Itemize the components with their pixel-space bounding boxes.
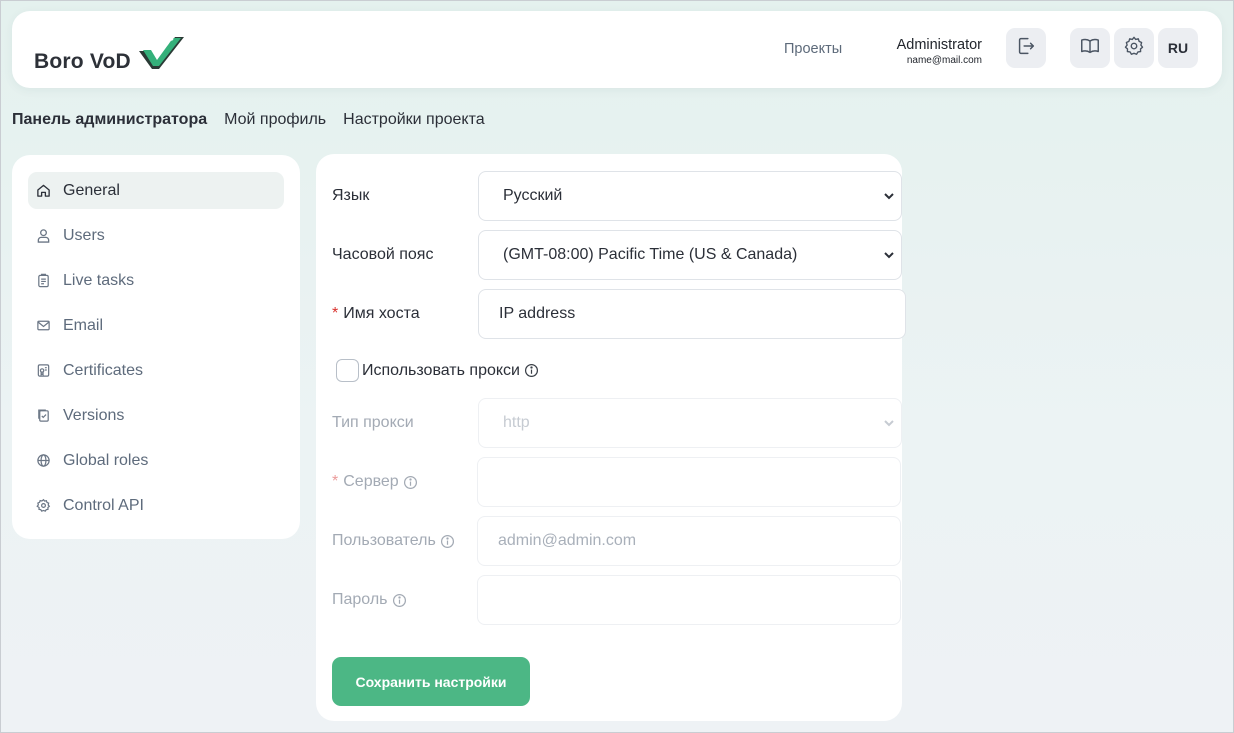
sidebar-item-label: Live tasks (63, 271, 135, 289)
timezone-label: Часовой пояс (332, 246, 434, 263)
sidebar-item-label: Email (63, 316, 104, 334)
proxy-type-label: Тип прокси (332, 414, 414, 431)
user-placeholder: admin@admin.com (498, 532, 637, 549)
user-email: name@mail.com (906, 55, 982, 66)
language-select[interactable]: Русский (478, 171, 902, 221)
tab-my-profile[interactable]: Мой профиль (224, 111, 326, 129)
hostname-label: Имя хоста (343, 305, 420, 322)
proxy-type-value: http (503, 414, 530, 431)
password-input[interactable] (477, 575, 901, 625)
hostname-label-wrap: * Имя хоста (332, 305, 462, 323)
required-marker: * (332, 473, 339, 490)
user-name: Administrator (896, 37, 982, 53)
clipboard-icon (36, 273, 51, 288)
server-label: Сервер (343, 473, 399, 490)
versions-icon (36, 408, 51, 423)
top-header: Boro VoD Проекты Administrator name@mail… (12, 11, 1222, 88)
info-icon[interactable] (392, 593, 407, 608)
sidebar-item-label: General (63, 181, 120, 199)
user-info: Administrator name@mail.com (897, 37, 982, 66)
sidebar-item-users[interactable]: Users (28, 217, 284, 254)
info-icon[interactable] (403, 475, 418, 490)
user-input[interactable]: admin@admin.com (477, 516, 901, 566)
sidebar-item-live-tasks[interactable]: Live tasks (28, 262, 284, 299)
language-value: Русский (503, 187, 563, 204)
tab-project-settings[interactable]: Настройки проекта (343, 111, 484, 129)
mail-icon (36, 318, 51, 333)
home-icon (36, 183, 51, 198)
timezone-select[interactable]: (GMT-08:00) Pacific Time (US & Canada) (478, 230, 902, 280)
hostname-row: * Имя хоста IP address (332, 289, 906, 339)
logo-checkmark-icon (137, 35, 185, 76)
sidebar-item-certificates[interactable]: Certificates (28, 352, 284, 389)
sidebar-item-label: Versions (63, 406, 125, 424)
chevron-down-icon (884, 420, 894, 427)
sidebar-item-label: Global roles (63, 451, 149, 469)
globe-icon (36, 453, 51, 468)
sidebar-item-general[interactable]: General (28, 172, 284, 209)
user-icon (36, 228, 51, 243)
language-button[interactable]: RU (1158, 28, 1198, 68)
info-icon[interactable] (440, 534, 455, 549)
proxy-type-select[interactable]: http (478, 398, 902, 448)
password-label-wrap: Пароль (332, 591, 462, 609)
tab-admin-panel[interactable]: Панель администратора (12, 111, 207, 129)
info-icon[interactable] (524, 363, 539, 378)
proxy-type-row: Тип прокси http (332, 398, 902, 448)
logout-button[interactable] (1006, 28, 1046, 68)
sidebar-item-label: Certificates (63, 361, 144, 379)
hostname-input[interactable]: IP address (478, 289, 906, 339)
language-row: Язык Русский (332, 171, 902, 221)
hostname-value: IP address (499, 305, 576, 322)
chevron-down-icon (884, 252, 894, 259)
general-settings-form: Язык Русский Часовой пояс (GMT-08:00) Pa… (316, 154, 906, 721)
timezone-row: Часовой пояс (GMT-08:00) Pacific Time (U… (332, 230, 902, 280)
top-tabs: Панель администратора Мой профиль Настро… (12, 111, 485, 129)
timezone-value: (GMT-08:00) Pacific Time (US & Canada) (503, 246, 798, 263)
settings-button[interactable] (1114, 28, 1154, 68)
user-row: Пользователь admin@admin.com (332, 516, 901, 566)
server-label-wrap: * Сервер (332, 473, 462, 491)
logo[interactable]: Boro VoD (34, 35, 185, 74)
sidebar-item-control-api[interactable]: Control API (28, 487, 284, 524)
docs-button[interactable] (1070, 28, 1110, 68)
sidebar-item-label: Users (63, 226, 105, 244)
gear-icon (1123, 35, 1145, 62)
sidebar-item-versions[interactable]: Versions (28, 397, 284, 434)
logo-text: Boro VoD (34, 50, 131, 73)
settings-sidebar: General Users Live tasks Email Certifica… (12, 155, 300, 539)
save-settings-button[interactable]: Сохранить настройки (332, 657, 530, 706)
server-input[interactable] (477, 457, 901, 507)
logout-icon (1015, 35, 1037, 62)
user-label: Пользователь (332, 532, 436, 549)
chevron-down-icon (884, 193, 894, 200)
language-label: Язык (332, 187, 370, 204)
sidebar-item-label: Control API (63, 496, 144, 514)
sidebar-item-email[interactable]: Email (28, 307, 284, 344)
sidebar-item-global-roles[interactable]: Global roles (28, 442, 284, 479)
server-row: * Сервер (332, 457, 901, 507)
projects-link[interactable]: Проекты (784, 41, 842, 57)
password-label: Пароль (332, 591, 388, 608)
use-proxy-row: Использовать прокси (336, 359, 539, 382)
user-label-wrap: Пользователь (332, 532, 462, 550)
gear-icon (36, 498, 51, 513)
use-proxy-checkbox[interactable] (336, 359, 359, 382)
use-proxy-label: Использовать прокси (362, 361, 520, 379)
certificate-icon (36, 363, 51, 378)
book-icon (1079, 35, 1101, 62)
password-row: Пароль (332, 575, 901, 625)
required-marker: * (332, 305, 339, 322)
